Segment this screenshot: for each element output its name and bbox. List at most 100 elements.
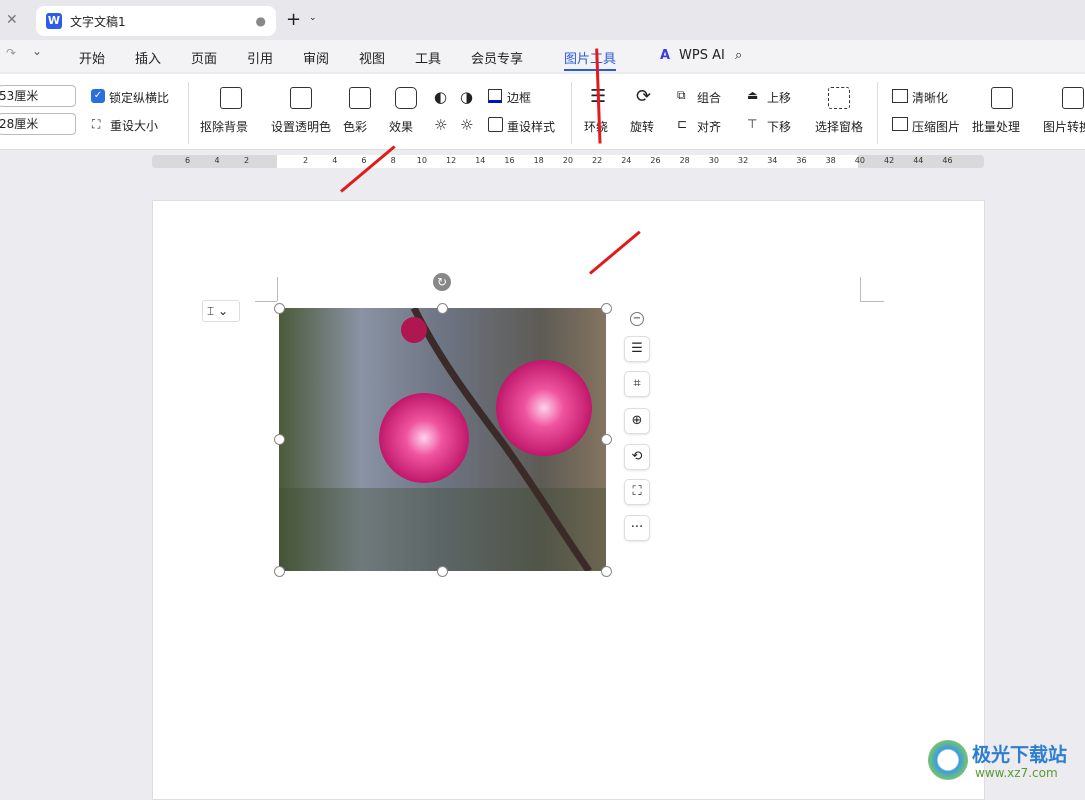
border-icon (488, 89, 502, 103)
set-transparent-button[interactable]: 设置透明色 (271, 118, 331, 135)
increase-contrast-icon[interactable]: ☼ (434, 116, 447, 134)
ruler-tick: 2 (303, 156, 309, 165)
width-input[interactable]: 53厘米 (0, 85, 76, 107)
menu-wps-ai[interactable]: WPS AI (679, 48, 725, 63)
ruler-tick: 46 (942, 156, 953, 165)
menu-bar: ↷ ⌄ 开始 插入 页面 引用 审阅 视图 工具 会员专享 图片工具 A WPS… (0, 40, 1085, 72)
menu-references[interactable]: 引用 (247, 48, 273, 67)
menu-member[interactable]: 会员专享 (471, 48, 523, 67)
increase-brightness-icon[interactable]: ◐ (434, 88, 447, 106)
ruler-tick: 20 (562, 156, 573, 165)
ruler-tick: 38 (825, 156, 836, 165)
ruler-tick: 16 (504, 156, 515, 165)
document-tab[interactable]: W 文字文稿1 ● (36, 6, 276, 36)
menu-tools[interactable]: 工具 (415, 48, 441, 67)
ruler-tick: 26 (650, 156, 661, 165)
ruler-tick: 14 (475, 156, 486, 165)
resize-handle[interactable] (274, 434, 285, 445)
resize-handle[interactable] (601, 434, 612, 445)
new-tab-button[interactable]: + (286, 9, 301, 30)
plum-blossom-image[interactable] (279, 308, 606, 571)
layout-options-button[interactable]: ⌶ ⌄ (202, 300, 240, 322)
rotate-button[interactable]: 旋转 (630, 118, 654, 135)
tab-bar: ✕ W 文字文稿1 ● + ⌄ (0, 0, 1085, 40)
picture-tools-ribbon: 53厘米 28厘米 ✓ 锁定纵横比 ⛶ 重设大小 抠除背景 设置透明色 色彩 效… (0, 74, 1085, 150)
resize-handle[interactable] (274, 303, 285, 314)
watermark-name: 极光下载站 (972, 744, 1068, 766)
extract-text-icon[interactable]: ⛶ (624, 479, 650, 505)
resize-handle[interactable] (601, 566, 612, 577)
batch-icon (991, 87, 1013, 109)
menu-review[interactable]: 审阅 (303, 48, 329, 67)
ruler-tick: 24 (621, 156, 632, 165)
ruler-tick: 10 (416, 156, 427, 165)
ruler-tick: 18 (533, 156, 544, 165)
group-button[interactable]: 组合 (697, 89, 721, 106)
menu-picture-tools[interactable]: 图片工具 (564, 48, 617, 71)
selection-pane-button[interactable]: 选择窗格 (815, 118, 863, 135)
align-button[interactable]: 对齐 (697, 118, 721, 135)
compress-button[interactable]: 压缩图片 (912, 118, 960, 135)
document-title: 文字文稿1 (70, 14, 126, 29)
ruler-tick: 4 (214, 156, 220, 165)
reset-size-icon: ⛶ (92, 117, 101, 131)
ruler-tick: 44 (913, 156, 924, 165)
search-icon[interactable]: ⌕ (735, 48, 742, 63)
ruler-tick: 36 (796, 156, 807, 165)
chevron-down-icon[interactable]: ⌄ (309, 13, 317, 23)
bring-forward-button[interactable]: 上移 (767, 89, 791, 106)
menu-home[interactable]: 开始 (79, 48, 105, 67)
menu-insert[interactable]: 插入 (135, 48, 161, 67)
color-button[interactable]: 色彩 (343, 118, 367, 135)
ruler-tick: 6 (185, 156, 191, 165)
ruler-tick: 6 (361, 156, 367, 165)
remove-background-icon (220, 87, 242, 109)
more-icon[interactable]: ··· (624, 515, 650, 541)
redo-icon[interactable]: ↷ (6, 46, 16, 60)
close-icon[interactable]: ✕ (6, 12, 24, 30)
zoom-in-icon[interactable]: ⊕ (624, 408, 650, 434)
resize-handle[interactable] (601, 303, 612, 314)
lock-ratio-checkbox[interactable]: ✓ (91, 89, 105, 103)
border-button[interactable]: 边框 (507, 89, 531, 106)
resize-handle[interactable] (437, 566, 448, 577)
batch-button[interactable]: 批量处理 (972, 118, 1020, 135)
ruler-tick: 2 (244, 156, 250, 165)
decrease-brightness-icon[interactable]: ◑ (460, 88, 473, 106)
ruler-tick: 28 (679, 156, 690, 165)
remove-background-button[interactable]: 抠除背景 (200, 118, 248, 135)
rotate-handle[interactable]: ↻ (433, 273, 451, 291)
ruler-tick: 12 (446, 156, 457, 165)
resize-handle[interactable] (437, 303, 448, 314)
effects-button[interactable]: 效果 (389, 118, 413, 135)
color-icon (349, 87, 371, 109)
reset-size-button[interactable]: 重设大小 (110, 117, 158, 134)
convert-button[interactable]: 图片转换 (1043, 118, 1085, 135)
chevron-down-icon[interactable]: ⌄ (32, 44, 42, 58)
menu-view[interactable]: 视图 (359, 48, 385, 67)
send-backward-icon: ⊤ (747, 117, 758, 131)
send-backward-button[interactable]: 下移 (767, 118, 791, 135)
ruler-tick: 22 (592, 156, 603, 165)
reset-style-icon (488, 117, 503, 132)
sharpen-button[interactable]: 清晰化 (912, 89, 948, 106)
rotate-icon[interactable]: ⟲ (624, 444, 650, 470)
group-icon: ⧉ (677, 88, 686, 102)
sharpen-icon (892, 89, 908, 103)
crop-icon[interactable]: ⌗ (624, 371, 650, 397)
decrease-contrast-icon[interactable]: ☼ (460, 116, 473, 134)
reset-style-button[interactable]: 重设样式 (507, 118, 555, 135)
height-input[interactable]: 28厘米 (0, 113, 76, 135)
ruler-tick: 42 (884, 156, 895, 165)
wrap-button[interactable]: 环绕 (584, 118, 608, 135)
ruler-tick: 34 (767, 156, 778, 165)
collapse-icon[interactable]: − (630, 312, 644, 326)
ruler-tick: 40 (854, 156, 865, 165)
menu-page[interactable]: 页面 (191, 48, 217, 67)
horizontal-ruler[interactable]: 6 4 2 2 4 6 8 10 12 14 16 18 20 22 24 26 28 30 32 34 36 38 40 4… (152, 155, 984, 168)
resize-handle[interactable] (274, 566, 285, 577)
watermark-logo (928, 740, 968, 780)
compress-icon (892, 117, 908, 131)
wrap-text-icon[interactable]: ☰ (624, 336, 650, 362)
annotation-arrow (340, 145, 396, 193)
